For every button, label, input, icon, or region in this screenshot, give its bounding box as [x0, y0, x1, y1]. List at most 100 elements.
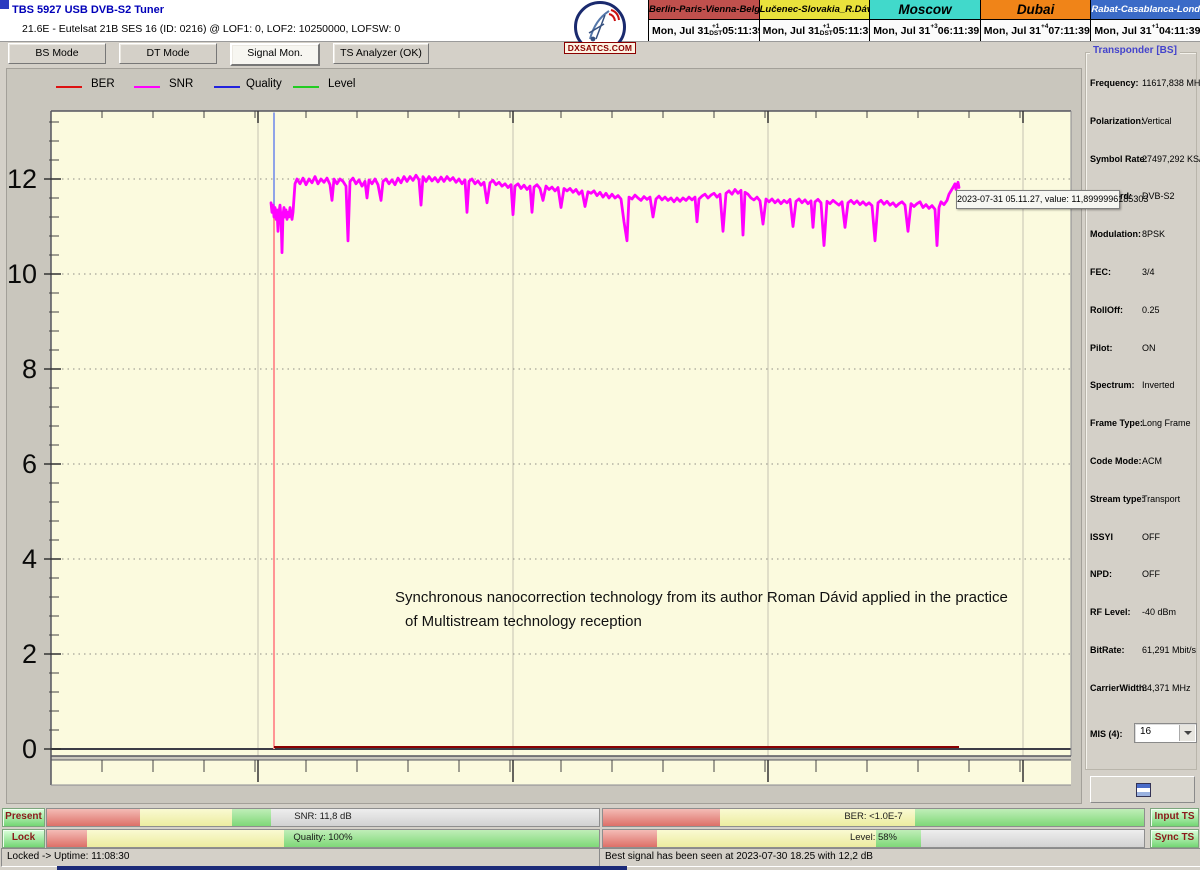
y-tick-label-10: 10	[7, 259, 37, 289]
transponder-value: 61,291 Mbit/s	[1142, 645, 1196, 655]
transponder-row-rolloff: RollOff: 0.25	[1090, 305, 1194, 319]
bar-snr-text: SNR: 11,8 dB	[47, 809, 599, 826]
clock-date: Mon, Jul 31	[873, 25, 930, 37]
transponder-label: Stream type:	[1090, 494, 1145, 504]
chevron-down-icon[interactable]	[1179, 725, 1195, 741]
clock-date: Mon, Jul 31	[1094, 25, 1151, 37]
window-icon	[0, 0, 9, 9]
transponder-label: Polarization:	[1090, 116, 1144, 126]
y-tick-label-4: 4	[22, 544, 37, 574]
transponder-label: ISSYI	[1090, 532, 1113, 542]
app-window: TBS 5927 USB DVB-S2 Tuner 21.6E - Eutels…	[0, 0, 1200, 870]
tab-bs-mode[interactable]: BS Mode	[8, 43, 106, 64]
transponder-label: RollOff:	[1090, 305, 1123, 315]
clock-date: Mon, Jul 31	[984, 25, 1041, 37]
transponder-label: Spectrum:	[1090, 380, 1135, 390]
transponder-value: ACM	[1142, 456, 1162, 466]
mis-select[interactable]: 16	[1134, 723, 1197, 743]
tab-dt-mode[interactable]: DT Mode	[119, 43, 217, 64]
transponder-label: Code Mode:	[1090, 456, 1142, 466]
clock-time: 04:11:39	[1159, 25, 1200, 37]
transponder-row-frequency: Frequency:11617,838 MHz	[1090, 78, 1194, 92]
quality-legend-label: Quality	[246, 78, 282, 90]
dxsatcs-logo: DXSATCS.COM	[561, 1, 639, 54]
signal-chart: 024681012	[7, 69, 1081, 803]
transponder-label: FEC:	[1090, 267, 1111, 277]
transponder-row-polarization: Polarization:Vertical	[1090, 116, 1194, 130]
mis-selected-value: 16	[1140, 726, 1151, 737]
clock-time-row: Mon, Jul 31+1DST05:11:39	[649, 20, 759, 41]
transponder-value: OFF	[1142, 532, 1160, 542]
clock-cell-0: Berlin-Paris-Vienna-BelgradeMon, Jul 31+…	[649, 0, 760, 41]
bar-level-text: Level: 58%	[603, 830, 1144, 847]
annotation-line1: Synchronous nanocorrection technology fr…	[395, 586, 1055, 610]
clock-utc-offset: +3	[930, 24, 937, 37]
clocks: Berlin-Paris-Vienna-BelgradeMon, Jul 31+…	[648, 0, 1200, 41]
clock-utc-offset: +4	[1041, 24, 1048, 37]
transponder-row-streamtype: Stream type:Transport	[1090, 494, 1194, 508]
mis-label: MIS (4):	[1090, 729, 1123, 739]
transponder-row-modulation: Modulation:8PSK	[1090, 229, 1194, 243]
clock-cell-4: Rabat-Casablanca-LondonMon, Jul 31+1 04:…	[1091, 0, 1200, 41]
transponder-value: 3/4	[1142, 267, 1155, 277]
tab-signal-mon-[interactable]: Signal Mon.	[230, 43, 320, 66]
transponder-value: Long Frame	[1142, 418, 1191, 428]
ts-tool-button[interactable]	[1090, 776, 1195, 803]
ber-bar: BER: <1.0E-7	[602, 808, 1145, 827]
ts-list-icon	[1136, 783, 1151, 797]
transponder-panel-title: Transponder [BS]	[1090, 45, 1180, 56]
sync-ts-button[interactable]: Sync TS	[1150, 829, 1199, 848]
transponder-value: Transport	[1142, 494, 1180, 504]
clock-cell-3: Dubai Mon, Jul 31+4 07:11:39	[981, 0, 1092, 41]
transponder-row-spectrum: Spectrum: Inverted	[1090, 380, 1194, 394]
clock-time: 05:11:39	[833, 25, 874, 37]
tab-ts-analyzer-ok-[interactable]: TS Analyzer (OK)	[333, 43, 429, 64]
clock-city: Dubai	[981, 0, 1091, 20]
clock-utc-offset: +1	[1152, 24, 1159, 37]
bar-quality-text: Quality: 100%	[47, 830, 599, 847]
statusbar-best-signal: Best signal has been seen at 2023-07-30 …	[599, 848, 1200, 867]
clock-time: 05:11:39	[722, 25, 763, 37]
transponder-value: 0.25	[1142, 305, 1160, 315]
transponder-row-issyi: ISSYI OFF	[1090, 532, 1194, 546]
clock-time: 07:11:39	[1048, 25, 1089, 37]
snr-bar: SNR: 11,8 dB	[46, 808, 600, 827]
signal-monitor-chart-panel: BERSNRQualityLevel 024681012 Synchronous…	[6, 68, 1082, 804]
clock-city: Lučenec-Slovakia_R.Dávid	[760, 0, 870, 20]
present-button[interactable]: Present	[2, 808, 45, 827]
transponder-value: 34,371 MHz	[1142, 683, 1191, 693]
transponder-label: Pilot:	[1090, 343, 1113, 353]
y-tick-label-6: 6	[22, 449, 37, 479]
statusbar-lock-uptime: Locked -> Uptime: 11:08:30	[1, 848, 602, 867]
clock-city: Rabat-Casablanca-London	[1091, 0, 1200, 20]
transponder-value: OFF	[1142, 569, 1160, 579]
transponder-value: Vertical	[1142, 116, 1172, 126]
snr-legend-line	[134, 86, 160, 88]
transponder-row-pilot: Pilot:ON	[1090, 343, 1194, 357]
annotation-line2: of Multistream technology reception	[405, 610, 1055, 634]
transponder-row-bitrate: BitRate: 61,291 Mbit/s	[1090, 645, 1194, 659]
transponder-label: RF Level:	[1090, 607, 1131, 617]
transponder-row-codemode: Code Mode:ACM	[1090, 456, 1194, 470]
level-bar: Level: 58%	[602, 829, 1145, 848]
transponder-label: BitRate:	[1090, 645, 1125, 655]
bar-ber-text: BER: <1.0E-7	[603, 809, 1144, 826]
transponder-label: Symbol Rate:	[1090, 154, 1148, 164]
lock-button[interactable]: Lock	[2, 829, 45, 848]
clock-cell-2: MoscowMon, Jul 31+3 06:11:39	[870, 0, 981, 41]
transponder-value: 11617,838 MHz	[1142, 78, 1200, 88]
transponder-value: Inverted	[1142, 380, 1175, 390]
transponder-row-fec: FEC: 3/4	[1090, 267, 1194, 281]
clock-time-row: Mon, Jul 31+1DST05:11:39	[760, 20, 870, 41]
input-ts-button[interactable]: Input TS	[1150, 808, 1199, 827]
level-legend-line	[293, 86, 319, 88]
y-tick-label-12: 12	[7, 164, 37, 194]
dxsatcs-logo-text: DXSATCS.COM	[564, 42, 636, 54]
clock-time-row: Mon, Jul 31+3 06:11:39	[870, 20, 980, 41]
transponder-row-frametype: Frame Type:Long Frame	[1090, 418, 1194, 432]
transponder-panel: Transponder [BS] Frequency:11617,838 MHz…	[1082, 45, 1200, 807]
transponder-row-symbolrate: Symbol Rate:27497,292 KS/s	[1090, 154, 1194, 168]
snr-legend-label: SNR	[169, 78, 193, 90]
clock-time: 06:11:39	[938, 25, 979, 37]
clock-time-row: Mon, Jul 31+1 04:11:39	[1091, 20, 1200, 41]
